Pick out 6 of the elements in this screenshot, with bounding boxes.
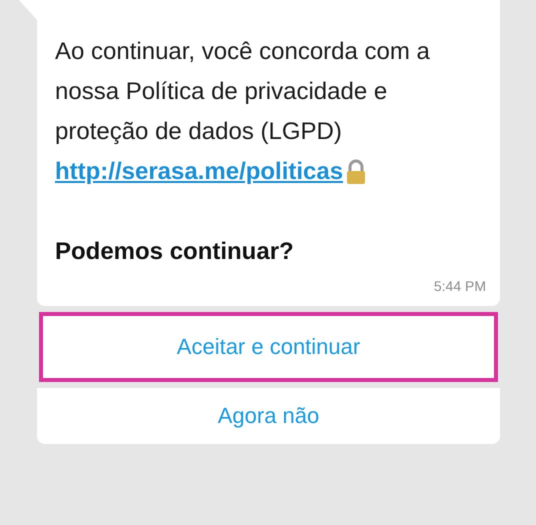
reply-button[interactable]: Aceitar e continuar <box>39 312 498 382</box>
reply-button[interactable]: Agora não <box>37 388 500 444</box>
message-text: Ao continuar, você concorda com a nossa Política de privacidade e proteção de dados (LGPD) <box>55 37 431 147</box>
policy-link[interactable]: http://serasa.me/politicas <box>55 152 344 192</box>
question-text: Podemos continuar? <box>55 237 295 267</box>
timestamp: 5:44 PM <box>434 278 486 294</box>
